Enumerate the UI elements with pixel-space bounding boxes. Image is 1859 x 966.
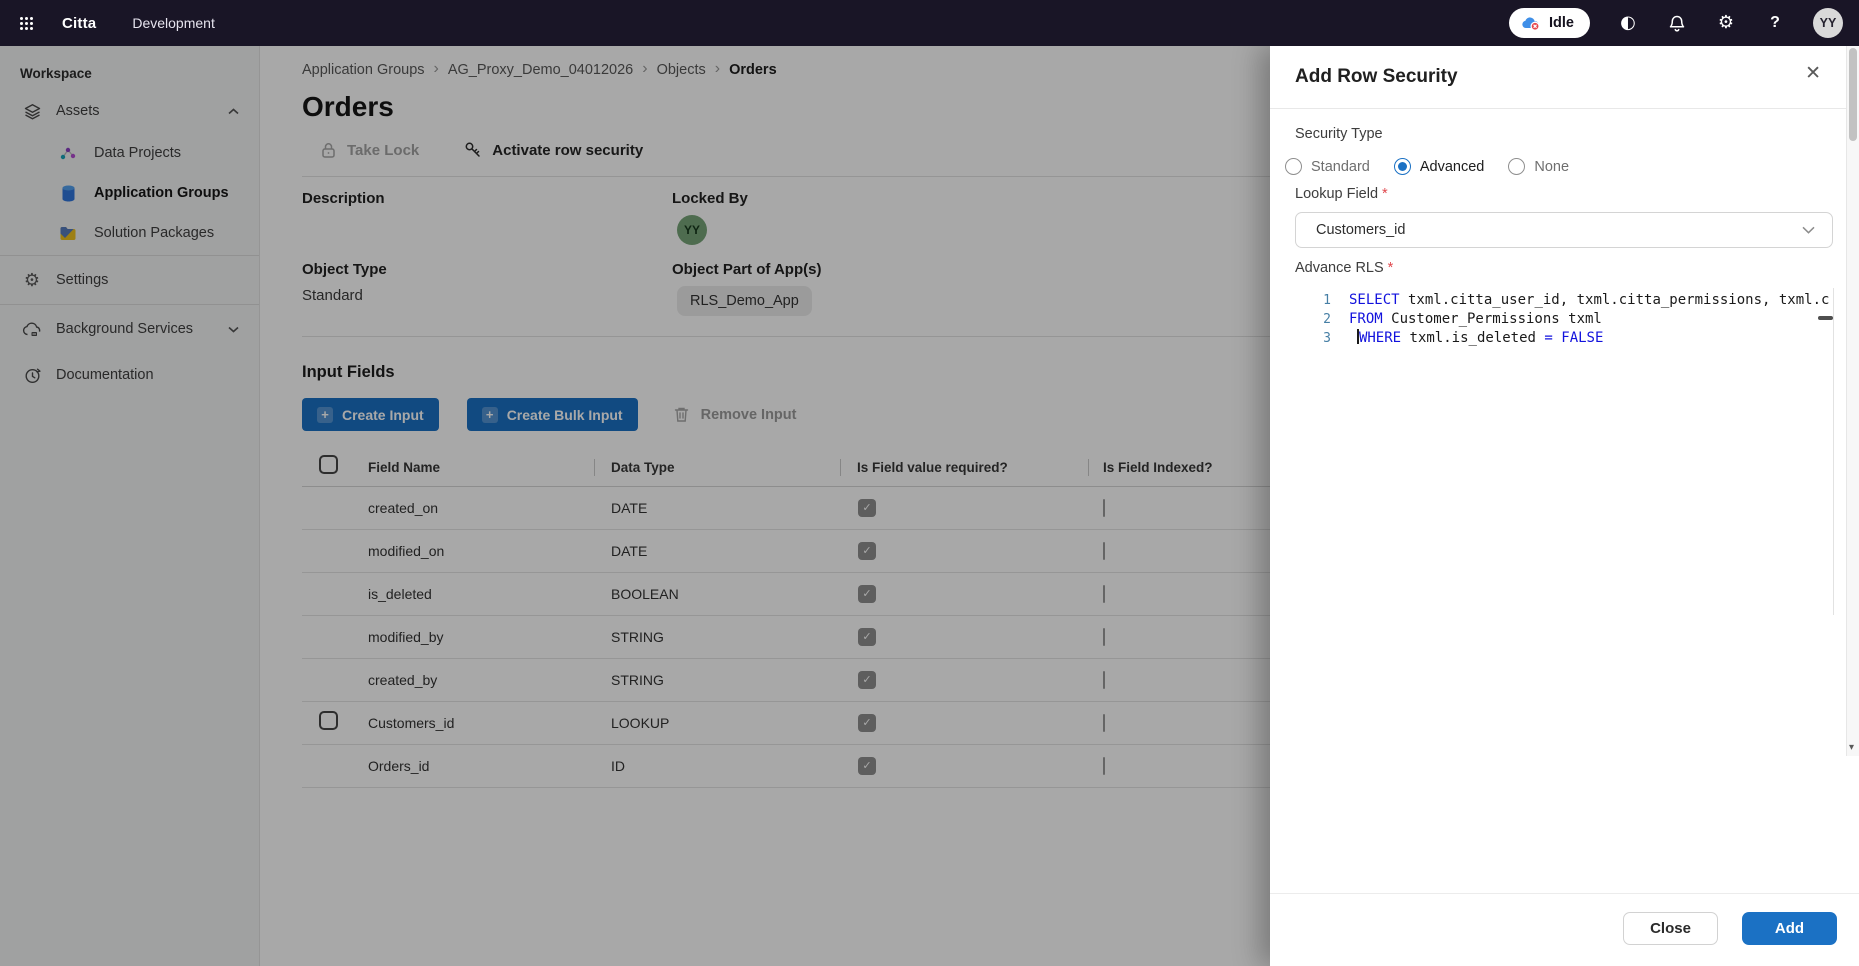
lookup-field-select[interactable]: Customers_id [1295, 212, 1833, 248]
lookup-field-label: Lookup Field* [1295, 186, 1388, 202]
security-type-radio-group: Standard Advanced None [1285, 158, 1569, 175]
top-bar: Citta Development Idle ◐ [0, 0, 1859, 46]
radio-advanced[interactable]: Advanced [1394, 158, 1485, 175]
radio-label: Standard [1311, 159, 1370, 175]
code-line: 3 WHERE txml.is_deleted = FALSE [1295, 329, 1833, 348]
code-line: 1 SELECT txml.citta_user_id, txml.citta_p… [1295, 291, 1833, 310]
nav-development[interactable]: Development [132, 15, 215, 31]
chevron-down-icon [1798, 220, 1818, 240]
sql-code-editor[interactable]: 1 SELECT txml.citta_user_id, txml.citta_p… [1295, 288, 1833, 615]
notifications-bell-icon[interactable] [1666, 12, 1688, 34]
user-avatar[interactable]: YY [1813, 8, 1843, 38]
drawer-footer: Close Add [1270, 893, 1859, 966]
close-button[interactable]: Close [1623, 912, 1718, 945]
help-icon[interactable]: ? [1764, 12, 1786, 34]
apps-grid-icon[interactable] [16, 13, 36, 33]
line-number: 3 [1295, 329, 1331, 348]
code-text: FROM Customer_Permissions txml [1349, 310, 1833, 329]
radio-circle[interactable] [1285, 158, 1302, 175]
radio-label: Advanced [1420, 159, 1485, 175]
add-button[interactable]: Add [1742, 912, 1837, 945]
cloud-offline-icon [1521, 13, 1541, 33]
lookup-field-value: Customers_id [1316, 222, 1798, 238]
drawer-scrollbar[interactable]: ▾ [1846, 46, 1859, 756]
status-pill-idle[interactable]: Idle [1509, 8, 1590, 38]
drawer-title: Add Row Security [1295, 66, 1458, 88]
radio-circle[interactable] [1394, 158, 1411, 175]
code-text: WHERE txml.is_deleted = FALSE [1349, 329, 1833, 348]
code-line: 2 FROM Customer_Permissions txml [1295, 310, 1833, 329]
line-number: 2 [1295, 310, 1331, 329]
radio-label: None [1534, 159, 1569, 175]
theme-contrast-icon[interactable]: ◐ [1617, 12, 1639, 34]
radio-circle[interactable] [1508, 158, 1525, 175]
radio-none[interactable]: None [1508, 158, 1569, 175]
divider [1270, 108, 1859, 109]
code-text: SELECT txml.citta_user_id, txml.citta_pe… [1349, 291, 1833, 310]
radio-standard[interactable]: Standard [1285, 158, 1370, 175]
add-row-security-drawer: Add Row Security ✕ Security Type Standar… [1270, 46, 1859, 966]
scrollbar-thumb[interactable] [1849, 48, 1857, 141]
scrollbar-down-arrow[interactable]: ▾ [1849, 742, 1854, 753]
status-label: Idle [1549, 15, 1574, 31]
editor-hscrollbar-thumb[interactable] [1818, 316, 1833, 320]
line-number: 1 [1295, 291, 1331, 310]
screen: Citta Development Idle ◐ [0, 0, 1859, 966]
editor-border [1833, 288, 1834, 615]
settings-gear-icon[interactable]: ⚙ [1715, 12, 1737, 34]
close-icon[interactable]: ✕ [1805, 64, 1821, 83]
advance-rls-label: Advance RLS* [1295, 260, 1393, 276]
security-type-label: Security Type [1295, 126, 1383, 142]
brand-citta[interactable]: Citta [62, 15, 96, 32]
